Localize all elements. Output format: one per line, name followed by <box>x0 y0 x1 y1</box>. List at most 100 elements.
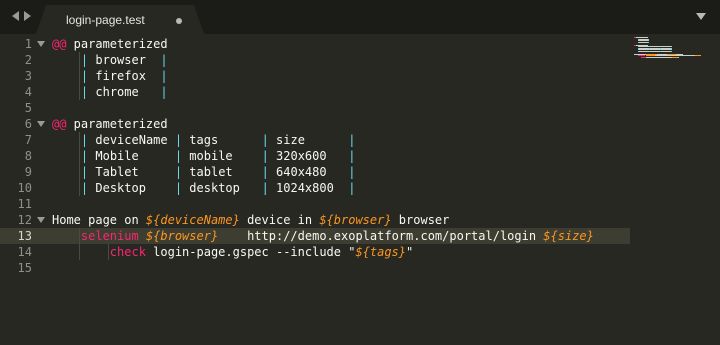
table-pipe: | <box>160 69 168 83</box>
code-line[interactable]: 11 <box>0 196 630 212</box>
code-token: Home page on <box>52 213 146 227</box>
editor-window: login-page.test 1 @@ parameterized 2 | bro… <box>0 0 720 345</box>
line-number: 6 <box>24 117 32 131</box>
code-text: | Tablet | tablet | 640x480 | <box>52 164 356 180</box>
line-number: 5 <box>24 101 32 115</box>
indent-guide <box>78 228 80 244</box>
indent-guide <box>78 52 80 68</box>
code-text: | firefox | <box>52 68 168 84</box>
line-number: 3 <box>24 69 32 83</box>
minimap-stroke <box>695 55 702 56</box>
table-pipe: | <box>261 181 269 195</box>
line-number: 14 <box>17 245 32 259</box>
code-line[interactable]: 9 | Tablet | tablet | 640x480 | <box>0 164 630 180</box>
line-number: 2 <box>24 53 32 67</box>
code-token: http://demo.exoplatform.com/portal/login <box>218 229 544 243</box>
code-token: device in <box>239 213 320 227</box>
minimap-stroke <box>645 56 672 58</box>
code-line[interactable]: 14 check login-page.gspec --include "${t… <box>0 244 630 260</box>
keyword-token: check <box>109 245 146 259</box>
template-variable: ${deviceName} <box>145 213 240 227</box>
template-variable: ${size} <box>543 229 594 243</box>
code-line[interactable]: 13 selenium ${browser} http://demo.exopl… <box>0 228 630 244</box>
unsaved-dot-icon[interactable] <box>176 18 182 24</box>
code-token: 640x480 <box>268 165 349 179</box>
code-line[interactable]: 4 | chrome | <box>0 84 630 100</box>
template-variable: ${tags} <box>355 245 407 259</box>
table-pipe: | <box>160 85 168 99</box>
code-text: | deviceName | tags | size | <box>52 132 356 148</box>
code-editor[interactable]: 1 @@ parameterized 2 | browser | 3 | firefo… <box>0 34 720 345</box>
indent-guide <box>78 164 80 180</box>
keyword-token: @@ <box>52 37 67 51</box>
code-text: Home page on ${deviceName} device in ${b… <box>52 212 449 228</box>
code-line[interactable]: 5 <box>0 100 630 116</box>
code-line[interactable]: 1 @@ parameterized <box>0 36 630 52</box>
table-pipe: | <box>348 149 356 163</box>
code-token: size <box>268 133 349 147</box>
tab-login-page-test[interactable]: login-page.test <box>36 5 204 34</box>
code-line[interactable]: 2 | browser | <box>0 52 630 68</box>
next-tab-arrow-icon[interactable] <box>24 11 31 21</box>
fold-arrow-icon[interactable] <box>37 41 45 47</box>
code-line[interactable]: 3 | firefox | <box>0 68 630 84</box>
minimap-stroke <box>678 56 680 58</box>
line-number: 12 <box>17 213 32 227</box>
indent-guide <box>78 244 80 260</box>
code-token: 320x600 <box>268 149 349 163</box>
indent-guide <box>78 84 80 100</box>
tab-list-dropdown-icon[interactable] <box>696 13 706 20</box>
previous-tab-arrow-icon[interactable] <box>12 11 19 21</box>
template-variable: ${browser} <box>145 229 219 243</box>
fold-arrow-icon[interactable] <box>37 121 45 127</box>
indent-guide <box>78 148 80 164</box>
code-token: browser <box>391 213 450 227</box>
template-variable: ${browser} <box>319 213 392 227</box>
tab-bar: login-page.test <box>0 0 720 34</box>
tab-title: login-page.test <box>66 13 145 27</box>
minimap-stroke <box>638 50 650 52</box>
code-line[interactable]: 15 <box>0 260 630 276</box>
tab-navigation <box>12 11 31 21</box>
code-token: login-page.gspec --include " <box>145 245 356 259</box>
minimap-stroke <box>661 50 671 52</box>
table-pipe: | <box>348 165 356 179</box>
code-text: @@ parameterized <box>52 36 168 52</box>
table-pipe: | <box>261 133 269 147</box>
code-text: check login-page.gspec --include "${tags… <box>52 244 413 260</box>
keyword-token: @@ <box>52 117 67 131</box>
code-token: chrome <box>88 85 161 99</box>
code-token: desktop <box>182 181 262 195</box>
minimap[interactable] <box>634 37 710 61</box>
code-token: Desktop <box>88 181 175 195</box>
fold-arrow-icon[interactable] <box>37 217 45 223</box>
indent-guide <box>78 68 80 84</box>
table-pipe: | <box>174 149 183 163</box>
code-line[interactable]: 7 | deviceName | tags | size | <box>0 132 630 148</box>
code-token: deviceName <box>88 133 175 147</box>
table-pipe: | <box>261 165 269 179</box>
table-pipe: | <box>348 133 356 147</box>
code-token: firefox <box>88 69 161 83</box>
code-line[interactable]: 10 | Desktop | desktop | 1024x800 | <box>0 180 630 196</box>
table-pipe: | <box>174 133 183 147</box>
code-line[interactable]: 8 | Mobile | mobile | 320x600 | <box>0 148 630 164</box>
table-pipe: | <box>261 149 269 163</box>
table-pipe: | <box>174 181 183 195</box>
code-token: parameterized <box>66 117 168 131</box>
line-number: 7 <box>24 133 32 147</box>
vertical-scrollbar[interactable] <box>711 34 720 345</box>
code-text: | Desktop | desktop | 1024x800 | <box>52 180 356 196</box>
code-line[interactable]: 6 @@ parameterized <box>0 116 630 132</box>
code-text: | Mobile | mobile | 320x600 | <box>52 148 356 164</box>
code-line[interactable]: 12 Home page on ${deviceName} device in $… <box>0 212 630 228</box>
code-token: mobile <box>182 149 262 163</box>
minimap-stroke <box>647 41 649 43</box>
code-token: parameterized <box>66 37 168 51</box>
line-number: 10 <box>17 181 32 195</box>
